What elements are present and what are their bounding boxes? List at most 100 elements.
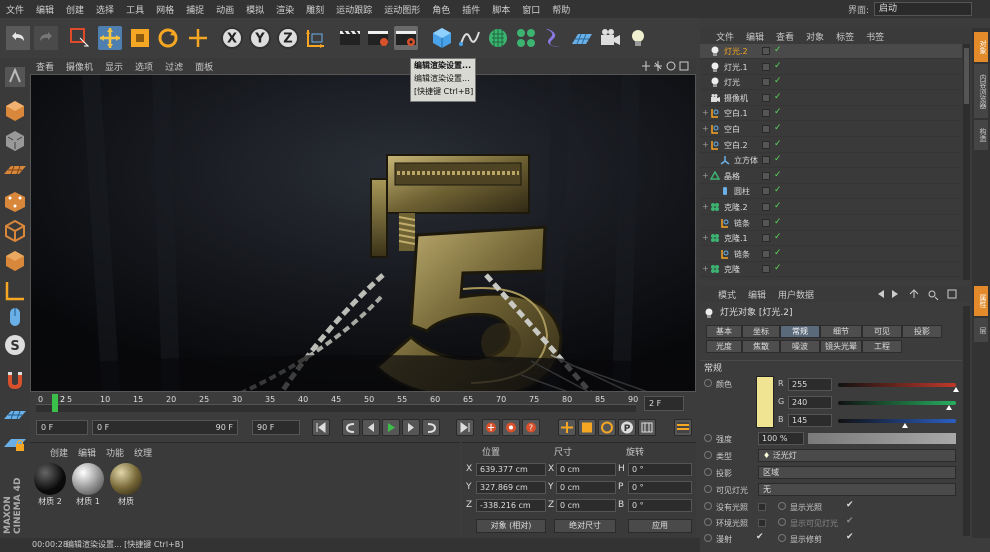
redo-icon[interactable] [34,26,58,50]
texture-mode-icon[interactable] [2,128,28,154]
menu-animate[interactable]: 动画 [210,3,240,16]
axis-mode-icon[interactable] [2,278,28,304]
menu-create[interactable]: 创建 [60,3,90,16]
key-pla-icon[interactable] [638,419,656,436]
light-icon[interactable] [626,26,650,50]
menu-window[interactable]: 窗口 [516,3,546,16]
deformer-icon[interactable] [542,26,566,50]
play-icon[interactable] [382,419,400,436]
y-axis-lock-icon[interactable]: Y [248,26,272,50]
menu-file[interactable]: 文件 [0,3,30,16]
menu-mograph[interactable]: 运动图形 [378,3,426,16]
rotation-h-field[interactable]: 0 ° [628,463,692,476]
undo-icon[interactable] [6,26,30,50]
tab-lens-effects[interactable]: 镜头光晕 [820,340,862,353]
object-name[interactable]: 摄像机 [724,93,748,104]
object-name[interactable]: 立方体 [734,155,758,166]
visibility-flag[interactable] [762,140,770,149]
menu-sculpt[interactable]: 雕刻 [300,3,330,16]
om-menu-file[interactable]: 文件 [700,30,740,43]
object-name[interactable]: 空白.1 [724,108,748,119]
enabled-checkmark[interactable]: ✓ [774,232,782,242]
position-y-field[interactable]: 327.869 cm [476,481,546,494]
expand-toggle[interactable]: + [702,202,709,211]
edges-mode-icon[interactable] [2,218,28,244]
expand-toggle[interactable]: + [702,264,709,273]
size-y-field[interactable]: 0 cm [556,481,616,494]
rgb-slider-knob[interactable] [902,423,909,428]
cloner-icon[interactable] [514,26,538,50]
object-name[interactable]: 灯光 [724,77,740,88]
om-menu-view[interactable]: 查看 [770,30,800,43]
visible-light-animate-dot[interactable] [704,485,712,493]
magnet-icon[interactable] [2,368,28,394]
enabled-checkmark[interactable]: ✓ [774,45,782,55]
key-position-icon[interactable] [558,419,576,436]
visibility-flag[interactable] [762,249,770,258]
object-row[interactable]: 灯光.2 ✓ [700,44,962,59]
visibility-flag[interactable] [762,234,770,243]
menu-tools[interactable]: 工具 [120,3,150,16]
x-axis-lock-icon[interactable]: X [220,26,244,50]
object-name[interactable]: 克隆 [724,264,740,275]
viewport-menu-display[interactable]: 显示 [99,60,129,73]
menu-help[interactable]: 帮助 [546,3,576,16]
rgb-channel-field[interactable]: 240 [788,396,832,409]
enabled-checkmark[interactable]: ✓ [774,123,782,133]
menu-snap[interactable]: 捕捉 [180,3,210,16]
timeline-window-icon[interactable] [674,419,692,436]
tab-photometric[interactable]: 光度 [706,340,742,353]
floor-icon[interactable] [570,26,594,50]
show-illumination-checkmark[interactable]: ✔ [846,500,854,510]
menu-edit[interactable]: 编辑 [30,3,60,16]
z-axis-lock-icon[interactable]: Z [276,26,300,50]
enabled-checkmark[interactable]: ✓ [774,61,782,71]
enabled-checkmark[interactable]: ✓ [774,248,782,258]
object-name[interactable]: 圆柱 [734,186,750,197]
current-frame-field[interactable]: 2 F [644,396,684,411]
am-menu-user-data[interactable]: 用户数据 [772,288,820,301]
enabled-checkmark[interactable]: ✓ [774,185,782,195]
viewport-menu-options[interactable]: 选项 [129,60,159,73]
object-name[interactable]: 克隆.2 [724,202,748,213]
workplane-mode-icon[interactable] [2,158,28,184]
no-illumination-animate-dot[interactable] [704,502,712,510]
rotation-b-field[interactable]: 0 ° [628,499,692,512]
rotate-icon[interactable] [156,26,180,50]
color-swatch[interactable] [756,376,774,428]
visibility-flag[interactable] [762,109,770,118]
visibility-flag[interactable] [762,265,770,274]
enabled-checkmark[interactable]: ✓ [774,170,782,180]
light-type-dropdown[interactable]: ♦ 泛光灯 [758,449,956,462]
model-axis-icon[interactable] [186,26,210,50]
record-active-icon[interactable] [482,419,500,436]
object-row[interactable]: 灯光.1 ✓ [700,60,962,75]
model-mode-icon[interactable] [2,98,28,124]
intensity-slider[interactable] [808,433,956,444]
spline-pen-icon[interactable] [458,26,482,50]
key-rotation-icon[interactable] [598,419,616,436]
menu-select[interactable]: 选择 [90,3,120,16]
object-row[interactable]: + 克隆.2 ✓ [700,200,962,215]
visibility-flag[interactable] [762,78,770,87]
no-illumination-checkbox[interactable] [758,503,766,511]
object-row[interactable]: 链条 ✓ [700,216,962,231]
rgb-slider-knob[interactable] [953,387,959,392]
visibility-flag[interactable] [762,156,770,165]
enabled-checkmark[interactable]: ✓ [774,217,782,227]
size-x-field[interactable]: 0 cm [556,463,616,476]
expand-toggle[interactable]: + [702,140,709,149]
polygons-mode-icon[interactable] [2,248,28,274]
enabled-checkmark[interactable]: ✓ [774,107,782,117]
material-menu-function[interactable]: 功能 [106,446,124,459]
material-slot[interactable]: 材质 2 [32,463,68,507]
3d-viewport[interactable] [30,74,696,392]
object-name[interactable]: 灯光.2 [724,46,748,57]
diffuse-animate-dot[interactable] [704,534,712,542]
show-visible-light-animate-dot[interactable] [778,518,786,526]
end-frame-field[interactable]: 90 F [252,420,300,435]
rotation-p-field[interactable]: 0 ° [628,481,692,494]
expand-toggle[interactable]: + [702,233,709,242]
timeline-playhead[interactable] [52,394,58,412]
make-editable-icon[interactable] [2,64,28,90]
